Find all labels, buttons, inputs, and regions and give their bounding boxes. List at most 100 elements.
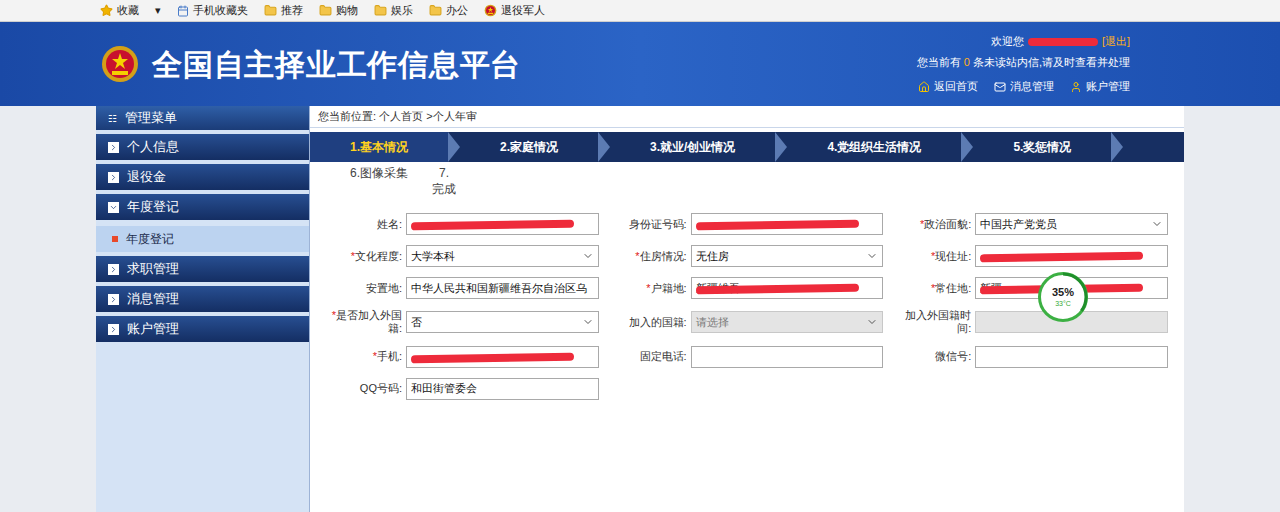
text-field[interactable]: 新疆维吾 bbox=[691, 277, 884, 299]
form-field: *户籍地: 新疆维吾 bbox=[611, 277, 884, 299]
site-title: 全国自主择业工作信息平台 bbox=[152, 42, 521, 87]
field-label: *常住地: bbox=[895, 282, 971, 295]
field-label: *政治面貌: bbox=[895, 218, 971, 231]
bookmarks-bar: 收藏 ▾ 手机收藏夹推荐购物娱乐办公退役军人 bbox=[0, 0, 1280, 22]
step-tab[interactable]: 5.奖惩情况 bbox=[973, 132, 1123, 162]
step-tab[interactable]: 6.图像采集 bbox=[350, 162, 408, 186]
form-field: 微信号: bbox=[895, 346, 1168, 368]
expand-icon bbox=[108, 264, 119, 275]
redaction-mark bbox=[696, 220, 859, 231]
step-tab[interactable]: 1.基本情况 bbox=[310, 132, 460, 162]
usage-ring-icon bbox=[1038, 272, 1088, 322]
redaction-mark bbox=[696, 284, 859, 295]
select-field: 请选择 bbox=[691, 311, 884, 333]
text-field[interactable]: 和田街管委会 bbox=[406, 378, 599, 400]
field-label: QQ号码: bbox=[326, 382, 402, 395]
field-label: *住房情况: bbox=[611, 250, 687, 263]
form-field: 加入外国籍时间: bbox=[895, 309, 1168, 335]
redaction-mark bbox=[1028, 38, 1098, 46]
folder-icon bbox=[374, 4, 387, 17]
bookmark[interactable]: 购物 bbox=[319, 2, 358, 19]
sidebar-item[interactable]: 消息管理 bbox=[96, 286, 309, 312]
select-field[interactable]: 否 bbox=[406, 311, 599, 333]
field-label: 身份证号码: bbox=[611, 218, 687, 231]
step-tab[interactable]: 7.完成 bbox=[432, 162, 456, 201]
sidebar-item[interactable]: 退役金 bbox=[96, 164, 309, 190]
field-label: *是否加入外国籍: bbox=[326, 309, 402, 335]
user-icon bbox=[1070, 81, 1082, 93]
text-field[interactable] bbox=[691, 213, 884, 235]
folder-icon bbox=[319, 4, 332, 17]
form-field: *文化程度: 大学本科 bbox=[326, 245, 599, 267]
expand-icon bbox=[108, 324, 119, 335]
bookmark[interactable]: ▾ bbox=[155, 2, 161, 19]
header: 全国自主择业工作信息平台欢迎您[退出]您当前有 0 条未读站内信,请及时查看并处… bbox=[0, 22, 1280, 106]
sidebar-item[interactable]: 求职管理 bbox=[96, 256, 309, 282]
form-field: *现住址: bbox=[895, 245, 1168, 267]
text-field[interactable] bbox=[975, 346, 1168, 368]
notice: 您当前有 0 条未读站内信,请及时查看并处理 bbox=[917, 54, 1130, 71]
bookmark[interactable]: 办公 bbox=[429, 2, 468, 19]
form-field: 加入的国籍:请选择 bbox=[611, 309, 884, 335]
step-arrow-icon bbox=[1111, 132, 1123, 162]
bookmark[interactable]: 退役军人 bbox=[484, 2, 545, 19]
sidebar-subitem[interactable]: 年度登记 bbox=[96, 226, 309, 252]
bookmark[interactable]: 手机收藏夹 bbox=[177, 2, 248, 19]
field-label: *现住址: bbox=[895, 250, 971, 263]
home-icon bbox=[918, 81, 930, 93]
field-label: 微信号: bbox=[895, 350, 971, 363]
field-label: *户籍地: bbox=[611, 282, 687, 295]
dropdown-icon bbox=[1151, 218, 1163, 230]
sidebar-item[interactable]: 年度登记 bbox=[96, 194, 309, 220]
form-field: 固定电话: bbox=[611, 346, 884, 368]
field-label: *文化程度: bbox=[326, 250, 402, 263]
expand-icon bbox=[108, 172, 119, 183]
national-emblem-icon bbox=[100, 44, 140, 84]
star-icon bbox=[100, 4, 113, 17]
field-label: 固定电话: bbox=[611, 350, 687, 363]
bookmark[interactable]: 收藏 bbox=[100, 2, 139, 19]
field-label: *手机: bbox=[326, 350, 402, 363]
select-field[interactable]: 中国共产党党员 bbox=[975, 213, 1168, 235]
field-label: 姓名: bbox=[326, 218, 402, 231]
bookmark[interactable]: 娱乐 bbox=[374, 2, 413, 19]
step-tab[interactable]: 4.党组织生活情况 bbox=[787, 132, 973, 162]
sidebar-item[interactable]: 个人信息 bbox=[96, 134, 309, 160]
text-field[interactable]: 中华人民共和国新疆维吾尔自治区乌 bbox=[406, 277, 599, 299]
expand-icon bbox=[108, 202, 119, 213]
expand-icon bbox=[108, 294, 119, 305]
app: 收藏 ▾ 手机收藏夹推荐购物娱乐办公退役军人全国自主择业工作信息平台欢迎您[退出]您… bbox=[0, 0, 1280, 512]
sidebar-item[interactable]: 账户管理 bbox=[96, 316, 309, 342]
header-link[interactable]: 账户管理 bbox=[1070, 78, 1130, 95]
header-link[interactable]: 返回首页 bbox=[918, 78, 978, 95]
form-field: *是否加入外国籍:否 bbox=[326, 309, 599, 335]
select-field[interactable]: 大学本科 bbox=[406, 245, 599, 267]
text-field[interactable] bbox=[975, 245, 1168, 267]
step-tab[interactable]: 3.就业/创业情况 bbox=[610, 132, 787, 162]
text-field[interactable] bbox=[691, 346, 884, 368]
redaction-mark bbox=[411, 352, 574, 363]
sidebar-title: ☷管理菜单 bbox=[96, 106, 309, 130]
folder-icon bbox=[264, 4, 277, 17]
national-emblem-icon bbox=[484, 4, 497, 17]
redaction-mark bbox=[980, 252, 1143, 263]
text-field[interactable] bbox=[406, 213, 599, 235]
dropdown-icon bbox=[582, 250, 594, 262]
sidebar: ☷管理菜单个人信息退役金年度登记年度登记求职管理消息管理账户管理 bbox=[96, 106, 310, 512]
mail-icon bbox=[994, 81, 1006, 93]
form-field: 身份证号码: bbox=[611, 213, 884, 235]
step-tab[interactable]: 2.家庭情况 bbox=[460, 132, 610, 162]
logout-link[interactable]: [退出] bbox=[1102, 33, 1130, 50]
step-arrow-icon bbox=[448, 132, 460, 162]
dropdown-icon bbox=[582, 316, 594, 328]
form-field: *常住地:新疆 bbox=[895, 277, 1168, 299]
bookmark[interactable]: 推荐 bbox=[264, 2, 303, 19]
redaction-mark bbox=[411, 220, 574, 231]
text-field[interactable] bbox=[406, 346, 599, 368]
step-arrow-icon bbox=[961, 132, 973, 162]
header-link[interactable]: 消息管理 bbox=[994, 78, 1054, 95]
dropdown-icon bbox=[866, 316, 878, 328]
form-field: *住房情况: 无住房 bbox=[611, 245, 884, 267]
system-monitor: 35%33°C bbox=[1038, 272, 1088, 322]
select-field[interactable]: 无住房 bbox=[691, 245, 884, 267]
